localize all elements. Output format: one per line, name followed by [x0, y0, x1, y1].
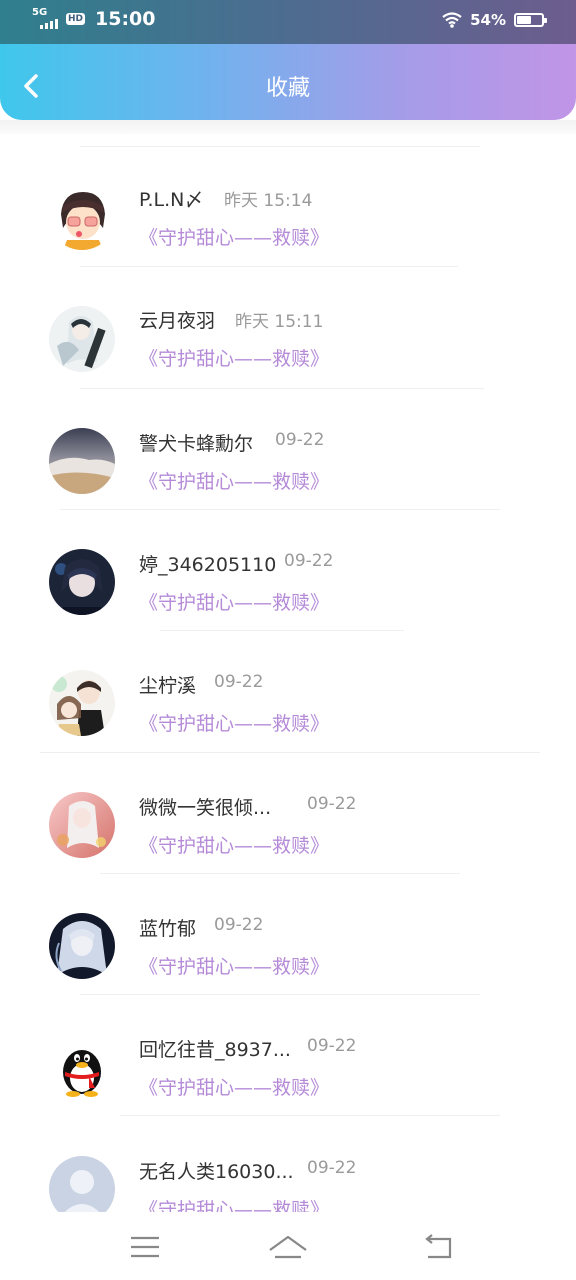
- avatar[interactable]: [49, 306, 115, 372]
- timestamp: 09-22: [307, 1036, 357, 1056]
- battery-percent: 54%: [470, 11, 506, 29]
- list-item[interactable]: 尘柠溪 09-22 《守护甜心——救赎》: [0, 630, 576, 753]
- back-nav-button[interactable]: [410, 1226, 470, 1266]
- default-user-icon: [49, 1156, 115, 1212]
- avatar[interactable]: [49, 913, 115, 979]
- user-name[interactable]: 尘柠溪: [139, 671, 196, 698]
- book-title[interactable]: 《守护甜心——救赎》: [139, 1073, 329, 1100]
- menu-icon: [131, 1236, 159, 1258]
- avatar[interactable]: [49, 428, 115, 494]
- timestamp: 09-22: [307, 1158, 357, 1178]
- user-name[interactable]: 婷_346205110: [139, 550, 276, 577]
- battery-icon: [514, 13, 547, 27]
- avatar[interactable]: [49, 184, 115, 250]
- timestamp: 昨天 15:14: [224, 191, 313, 211]
- book-title[interactable]: 《守护甜心——救赎》: [139, 223, 329, 250]
- user-name[interactable]: 无名人类16030...: [139, 1157, 294, 1184]
- book-title[interactable]: 《守护甜心——救赎》: [139, 588, 329, 615]
- user-name[interactable]: 蓝竹郁: [139, 914, 196, 941]
- list-item[interactable]: P.L.N〆 昨天 15:14 《守护甜心——救赎》: [0, 146, 576, 267]
- avatar[interactable]: [49, 1034, 115, 1100]
- back-icon: [425, 1234, 452, 1259]
- user-name[interactable]: P.L.N〆: [139, 185, 203, 212]
- list-item[interactable]: 蓝竹郁 09-22 《守护甜心——救赎》: [0, 873, 576, 995]
- list-item[interactable]: 回忆往昔_8937... 09-22 《守护甜心——救赎》: [0, 994, 576, 1116]
- timestamp: 09-22: [275, 430, 325, 450]
- anime-dark-boy-icon: [49, 549, 115, 615]
- timestamp: 09-22: [214, 672, 264, 692]
- header: 5G HD 15:00 54% 收藏: [0, 0, 576, 120]
- user-name[interactable]: 回忆往昔_8937...: [139, 1035, 291, 1062]
- wifi-icon: [442, 12, 462, 28]
- list-item[interactable]: 婷_346205110 09-22 《守护甜心——救赎》: [0, 509, 576, 631]
- anime-white-hair-icon: [49, 306, 115, 372]
- avatar[interactable]: [49, 1156, 115, 1212]
- home-icon: [269, 1235, 307, 1259]
- user-name[interactable]: 云月夜羽: [139, 306, 215, 333]
- list-item[interactable]: 警犬卡蜂勳尔 09-22 《守护甜心——救赎》: [0, 388, 576, 510]
- book-title[interactable]: 《守护甜心——救赎》: [139, 709, 329, 736]
- list-item[interactable]: 云月夜羽 昨天 15:11 《守护甜心——救赎》: [0, 267, 576, 389]
- status-bar: 5G HD 15:00 54%: [0, 0, 576, 44]
- avatar[interactable]: [49, 670, 115, 736]
- menu-button[interactable]: [115, 1226, 175, 1266]
- book-title[interactable]: 《守护甜心——救赎》: [139, 467, 329, 494]
- page-title: 收藏: [265, 76, 310, 101]
- favorites-list[interactable]: P.L.N〆 昨天 15:14 《守护甜心——救赎》 云月夜羽 昨天 15:11…: [0, 120, 576, 1212]
- list-item[interactable]: 微微一笑很倾... 09-22 《守护甜心——救赎》: [0, 752, 576, 874]
- list-item[interactable]: 无名人类16030... 09-22 《守护甜心——救赎》: [0, 1115, 576, 1212]
- timestamp: 09-22: [214, 915, 264, 935]
- anime-pink-icon: [49, 792, 115, 858]
- signal-icon: 5G: [32, 7, 60, 29]
- hd-badge: HD: [66, 13, 86, 25]
- system-nav-bar: [0, 1212, 576, 1280]
- user-name[interactable]: 警犬卡蜂勳尔: [139, 429, 253, 456]
- book-title[interactable]: 《守护甜心——救赎》: [139, 1195, 329, 1212]
- book-title[interactable]: 《守护甜心——救赎》: [139, 831, 329, 858]
- home-button[interactable]: [258, 1226, 318, 1266]
- timestamp: 09-22: [307, 794, 357, 814]
- avatar[interactable]: [49, 792, 115, 858]
- snow-landscape-icon: [49, 428, 115, 494]
- anime-girl-glasses-icon: [49, 184, 115, 250]
- book-title[interactable]: 《守护甜心——救赎》: [139, 344, 329, 371]
- book-title[interactable]: 《守护甜心——救赎》: [139, 952, 329, 979]
- anime-silver-icon: [49, 913, 115, 979]
- qq-penguin-icon: [49, 1034, 115, 1100]
- user-name[interactable]: 微微一笑很倾...: [139, 793, 271, 820]
- anime-couple-icon: [49, 670, 115, 736]
- avatar[interactable]: [49, 549, 115, 615]
- status-time: 15:00: [95, 8, 156, 30]
- timestamp: 昨天 15:11: [235, 312, 324, 332]
- timestamp: 09-22: [284, 551, 334, 571]
